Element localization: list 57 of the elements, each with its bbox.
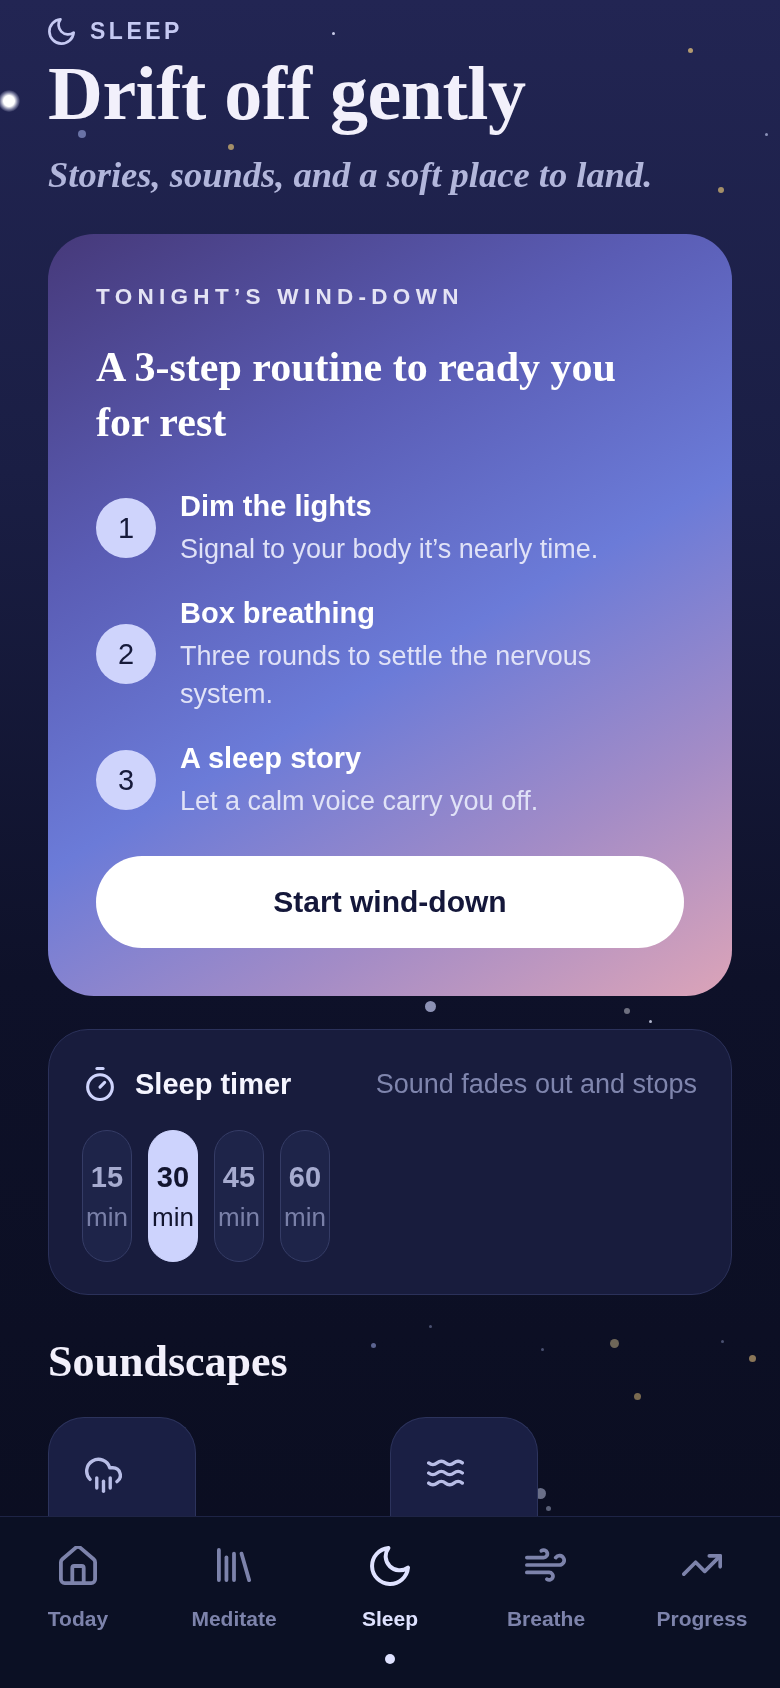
step-description: Let a calm voice carry you off. — [180, 785, 539, 818]
step-description: Three rounds to settle the nervous system. — [180, 640, 593, 711]
books-icon — [217, 1548, 251, 1582]
moon-icon — [370, 1546, 410, 1586]
section-label: SLEEP — [90, 17, 183, 46]
page-title: Drift off gently — [48, 54, 526, 133]
step-number: 1 — [96, 498, 156, 558]
rain-cloud-icon — [85, 1456, 122, 1493]
wind-icon — [525, 1548, 567, 1582]
star-dot — [331, 31, 335, 35]
star-dot — [228, 144, 234, 150]
step-number: 3 — [96, 750, 156, 810]
nav-tab[interactable]: Breathe — [500, 1546, 592, 1632]
step-number: 2 — [96, 624, 156, 684]
step-title: Box breathing — [180, 596, 375, 631]
star-dot — [609, 1338, 619, 1348]
star-dot — [424, 1000, 436, 1012]
star-dot — [720, 1339, 724, 1343]
star-dot — [748, 1354, 756, 1362]
star-dot — [718, 187, 724, 193]
star-dot — [0, 90, 20, 112]
timer-title: Sleep timer — [135, 1067, 292, 1102]
star-dot — [370, 1342, 376, 1348]
card-eyebrow: TONIGHT’S WIND-DOWN — [96, 283, 464, 311]
soundscape-card[interactable] — [48, 1417, 196, 1516]
stopwatch-icon — [86, 1067, 114, 1101]
timer-option[interactable]: 60 min — [280, 1130, 330, 1262]
star-dot — [764, 132, 768, 136]
timer-option[interactable]: 45 min — [214, 1130, 264, 1262]
step-title: Dim the lights — [180, 489, 372, 524]
step-description: Signal to your body it’s nearly time. — [180, 533, 599, 566]
card-heading: A 3-step routine to ready you for rest — [96, 343, 617, 447]
star-dot — [78, 130, 86, 138]
star-dot — [687, 47, 693, 53]
nav-tab[interactable]: Meditate — [185, 1546, 283, 1632]
star-dot — [545, 1505, 551, 1511]
home-icon — [59, 1546, 97, 1585]
moon-icon — [48, 17, 75, 45]
star-dot — [624, 1008, 630, 1014]
active-indicator-dot — [385, 1654, 395, 1664]
timer-note: Sound fades out and stops — [375, 1068, 697, 1101]
star-dot — [540, 1347, 544, 1351]
star-dot — [648, 1019, 652, 1023]
waves-icon — [427, 1459, 464, 1487]
soundscape-card[interactable] — [390, 1417, 538, 1516]
step-title: A sleep story — [180, 741, 362, 776]
nav-tab[interactable]: Today — [41, 1546, 115, 1632]
section-heading: Soundscapes — [48, 1336, 288, 1388]
nav-tab[interactable]: Sleep — [356, 1546, 424, 1632]
timer-option[interactable]: 30 min — [148, 1130, 198, 1262]
page-subtitle: Stories, sounds, and a soft place to land. — [48, 153, 653, 197]
timer-option[interactable]: 15 min — [82, 1130, 132, 1262]
star-dot — [633, 1392, 641, 1400]
start-button[interactable]: Start wind-down — [96, 856, 684, 948]
nav-tab[interactable]: Progress — [650, 1546, 754, 1632]
trending-up-icon — [682, 1554, 722, 1576]
star-dot — [428, 1324, 432, 1328]
